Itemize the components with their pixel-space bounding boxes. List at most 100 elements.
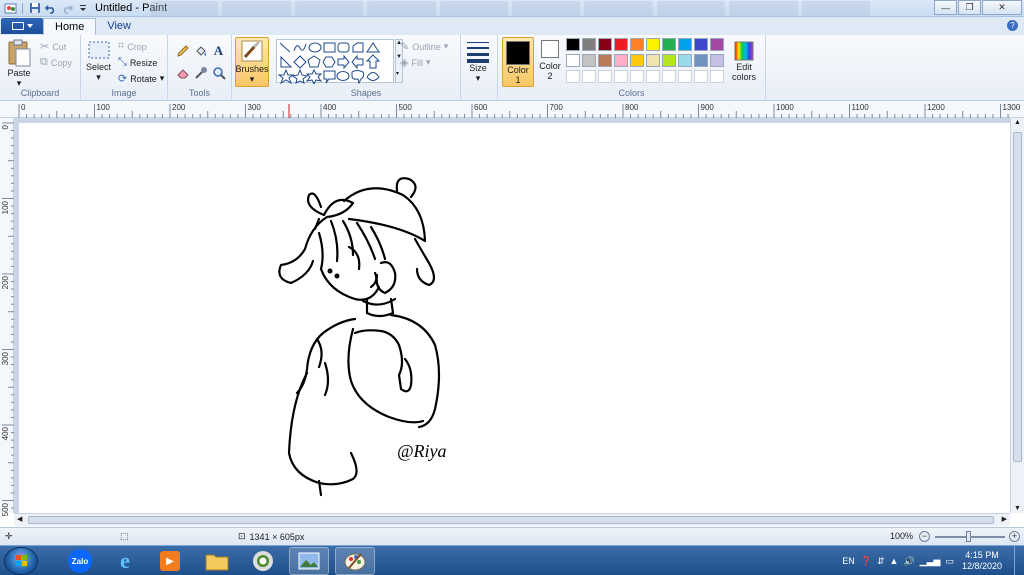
file-menu-button[interactable] [1,18,43,34]
palette-swatch[interactable] [566,70,580,83]
right-side [389,313,441,429]
zoom-in-button[interactable]: + [1009,531,1020,542]
language-indicator[interactable]: EN [842,556,855,566]
copy-button[interactable]: ⧉ Copy [40,56,72,69]
palette-swatch[interactable] [710,70,724,83]
start-button[interactable] [4,547,38,575]
chrome-icon[interactable] [243,547,283,575]
palette-swatch[interactable] [630,70,644,83]
select-button[interactable]: Select ▾ [86,40,111,83]
paste-button[interactable]: Paste ▾ [6,38,32,89]
palette-swatch[interactable] [614,54,628,67]
zalo-icon[interactable]: Zalo [60,547,100,575]
paint-app-icon[interactable] [4,2,17,15]
minimize-icon[interactable]: — [934,0,957,15]
horizontal-scrollbar[interactable]: ◀ ▶ [14,513,1010,526]
color1-button[interactable]: Color 1 [502,37,534,87]
palette-swatch[interactable] [710,38,724,51]
undo-icon[interactable] [44,2,57,15]
palette-swatch[interactable] [694,70,708,83]
color1-swatch [506,41,530,65]
palette-swatch[interactable] [582,38,596,51]
eraser-icon[interactable] [175,65,190,80]
maximize-icon[interactable]: ❐ [958,0,981,15]
close-icon[interactable]: ✕ [982,0,1022,15]
palette-swatch[interactable] [614,38,628,51]
signal-icon[interactable]: ▁▃▅ [920,556,941,567]
tab-view[interactable]: View [96,18,142,35]
rotate-button[interactable]: ⟳ Rotate ▾ [118,72,164,85]
palette-swatch[interactable] [598,70,612,83]
palette-swatch[interactable] [662,70,676,83]
customize-qat-icon[interactable] [76,2,89,15]
media-player-icon[interactable]: ▶ [150,547,190,575]
save-icon[interactable] [28,2,41,15]
network-tray-icon[interactable]: ⇵ [877,556,885,567]
palette-swatch[interactable] [646,54,660,67]
color-picker-icon[interactable] [193,65,208,80]
edit-colors-button[interactable]: Edit colors [732,40,756,82]
magnifier-icon[interactable] [211,65,226,80]
zoom-slider-thumb[interactable] [966,531,971,542]
palette-swatch[interactable] [678,38,692,51]
volume-icon[interactable]: 🔊 [903,556,914,567]
file-explorer-icon[interactable] [197,547,237,575]
palette-swatch[interactable] [582,70,596,83]
palette-swatch[interactable] [710,54,724,67]
palette-swatch[interactable] [646,70,660,83]
palette-swatch[interactable] [678,70,692,83]
size-button[interactable]: Size ▾ [463,39,493,84]
palette-swatch[interactable] [678,54,692,67]
freckle-2 [334,273,340,279]
zoom-out-button[interactable]: − [919,531,930,542]
palette-swatch[interactable] [566,54,580,67]
palette-swatch[interactable] [694,54,708,67]
palette-swatch[interactable] [566,38,580,51]
clock[interactable]: 4:15 PM 12/8/2020 [962,550,1002,572]
battery-icon[interactable]: ▭ [945,556,954,567]
show-desktop-button[interactable] [1014,546,1024,575]
internet-explorer-icon[interactable]: e [105,547,145,575]
scroll-up-icon[interactable]: ▲ [1014,119,1021,126]
resize-icon: ⤡ [118,56,127,68]
color2-button[interactable]: Color 2 [536,40,564,81]
pencil-icon[interactable] [175,43,190,58]
vertical-scroll-thumb[interactable] [1013,132,1022,462]
palette-swatch[interactable] [614,70,628,83]
clipboard-group-label: Clipboard [20,88,60,98]
crop-label: Crop [127,41,147,52]
sleeve-fold [315,337,323,369]
palette-swatch[interactable] [598,38,612,51]
show-hidden-icons[interactable]: ▲ [890,556,899,566]
palette-swatch[interactable] [630,54,644,67]
tab-home[interactable]: Home [43,18,97,35]
redo-icon[interactable] [60,2,73,15]
help-icon[interactable]: ? [1007,20,1018,31]
outline-button[interactable]: ✎ Outline ▾ [400,40,448,53]
text-icon[interactable]: A [211,43,226,58]
vertical-scrollbar[interactable]: ▲ ▼ [1010,118,1024,513]
cut-button[interactable]: ✂ Cut [40,40,66,53]
paint-icon[interactable] [335,547,375,575]
help-tray-icon[interactable]: ❓ [861,556,872,567]
palette-swatch[interactable] [662,54,676,67]
palette-swatch[interactable] [646,38,660,51]
palette-swatch[interactable] [630,38,644,51]
palette-swatch[interactable] [598,54,612,67]
crop-button[interactable]: ⌗ Crop [118,40,147,53]
fill-icon[interactable] [193,43,208,58]
scroll-down-icon[interactable]: ▼ [1014,505,1021,512]
palette-swatch[interactable] [662,38,676,51]
palette-swatch[interactable] [582,54,596,67]
palette-swatch[interactable] [694,38,708,51]
horizontal-scroll-thumb[interactable] [28,516,994,524]
shapes-expand-icon: ▾ [396,71,400,77]
fill-button[interactable]: ◈ Fill ▾ [400,56,431,69]
image-viewer-icon[interactable] [289,547,329,575]
brushes-button[interactable]: Brushes ▾ [235,37,269,87]
scroll-right-icon[interactable]: ▶ [1002,515,1007,523]
drawing-canvas[interactable]: @Riya [19,123,1010,513]
shapes-gallery [276,39,394,86]
scroll-left-icon[interactable]: ◀ [17,515,22,523]
resize-button[interactable]: ⤡ Resize [118,56,157,69]
